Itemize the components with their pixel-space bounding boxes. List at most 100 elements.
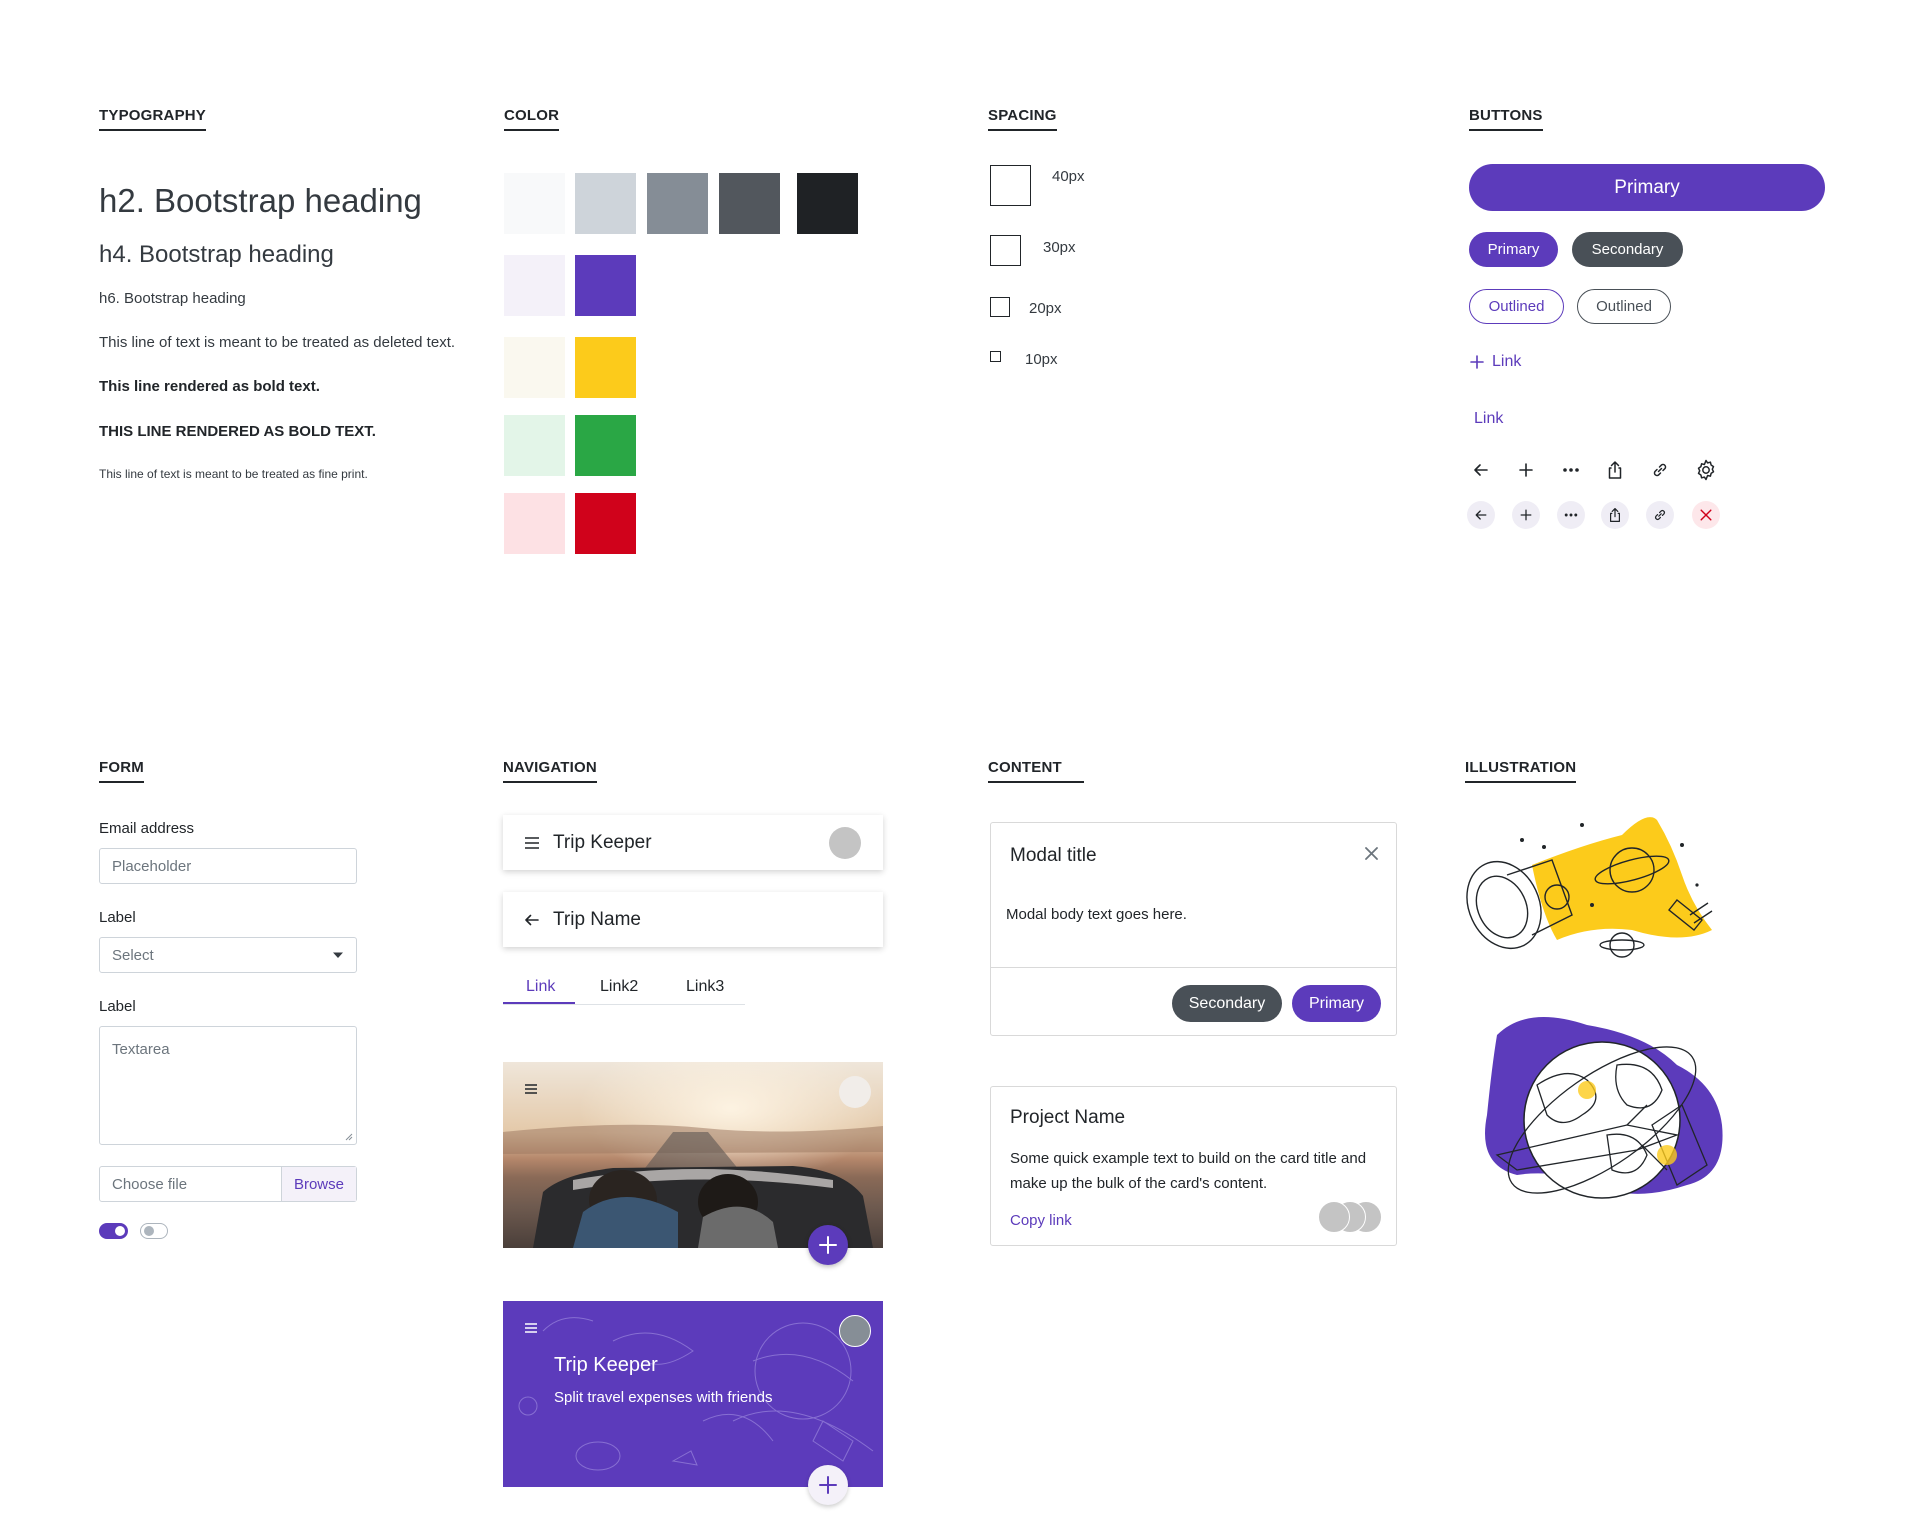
section-title-color: COLOR xyxy=(504,107,560,131)
menu-icon[interactable] xyxy=(525,1084,537,1094)
textarea-field[interactable]: Textarea xyxy=(99,1026,357,1145)
file-input[interactable]: Choose file Browse xyxy=(99,1166,357,1202)
share-icon[interactable] xyxy=(1599,454,1631,486)
link-with-icon-label: Link xyxy=(1492,353,1522,370)
caret-down-icon xyxy=(332,951,344,959)
photo-hero-card xyxy=(503,1062,883,1248)
road-trip-photo xyxy=(503,1062,883,1248)
plus-icon xyxy=(819,1476,837,1494)
space-rocket-illustration xyxy=(1466,817,1713,958)
card-text: Some quick example text to build on the … xyxy=(1010,1150,1367,1192)
tab-link3[interactable]: Link3 xyxy=(686,978,724,996)
more-icon[interactable] xyxy=(1557,501,1585,529)
section-title-form: FORM xyxy=(99,759,144,783)
link-icon[interactable] xyxy=(1646,501,1674,529)
toggle-on[interactable] xyxy=(99,1223,128,1239)
heading-h6-sample: h6. Bootstrap heading xyxy=(99,290,246,307)
modal-primary-button[interactable]: Primary xyxy=(1292,985,1381,1022)
avatar[interactable] xyxy=(839,1076,871,1108)
swatch-green-light xyxy=(504,415,565,476)
link-icon[interactable] xyxy=(1644,454,1676,486)
navbar-back-title: Trip Name xyxy=(553,908,641,930)
menu-icon[interactable] xyxy=(525,836,539,849)
swatch-yellow xyxy=(575,337,636,398)
arrow-left-icon[interactable] xyxy=(1465,454,1497,486)
swatch-red xyxy=(575,493,636,554)
email-field[interactable]: Placeholder xyxy=(99,848,357,884)
primary-large-button[interactable]: Primary xyxy=(1469,164,1825,211)
copy-link[interactable]: Copy link xyxy=(1010,1212,1072,1229)
share-icon[interactable] xyxy=(1601,501,1629,529)
spacing-box-30 xyxy=(990,235,1021,266)
fab-add-button[interactable] xyxy=(808,1225,848,1265)
section-title-illustration: ILLUSTRATION xyxy=(1465,759,1577,783)
resize-handle-icon[interactable] xyxy=(345,1133,353,1141)
project-card: Project Name Some quick example text to … xyxy=(990,1086,1397,1246)
modal-secondary-button[interactable]: Secondary xyxy=(1172,985,1282,1022)
fine-print-sample: This line of text is meant to be treated… xyxy=(99,467,368,481)
swatch-purple xyxy=(575,255,636,316)
browse-button[interactable]: Browse xyxy=(280,1167,356,1201)
arrow-left-icon[interactable] xyxy=(525,914,539,926)
modal-body-text: Modal body text goes here. xyxy=(1006,906,1187,923)
swatch-gray-100 xyxy=(504,173,565,234)
tab-link[interactable]: Link xyxy=(526,978,555,996)
avatar xyxy=(1318,1201,1350,1233)
navbar-back: Trip Name xyxy=(503,892,883,947)
tab-link2[interactable]: Link2 xyxy=(600,978,638,996)
menu-icon[interactable] xyxy=(525,1323,537,1333)
select-label: Label xyxy=(99,909,136,926)
card-title: Project Name xyxy=(1010,1107,1126,1128)
swatch-gray-900 xyxy=(797,173,858,234)
spacing-label-40: 40px xyxy=(1052,168,1085,185)
spacing-box-40 xyxy=(990,165,1031,206)
arrow-left-icon[interactable] xyxy=(1467,501,1495,529)
close-icon[interactable] xyxy=(1365,847,1378,860)
swatch-gray-700 xyxy=(719,173,780,234)
swatch-green xyxy=(575,415,636,476)
tab-active-indicator xyxy=(503,1002,575,1004)
spacing-label-20: 20px xyxy=(1029,300,1062,317)
close-icon[interactable] xyxy=(1692,501,1720,529)
section-title-buttons: BUTTONS xyxy=(1469,107,1543,131)
section-title-content: CONTENT xyxy=(988,759,1084,783)
primary-button[interactable]: Primary xyxy=(1469,232,1558,267)
avatar[interactable] xyxy=(839,1315,871,1347)
plus-icon[interactable] xyxy=(1512,501,1540,529)
purple-hero-card: Trip Keeper Split travel expenses with f… xyxy=(503,1301,883,1487)
modal-title: Modal title xyxy=(1010,845,1097,866)
modal-divider xyxy=(991,967,1396,968)
select-dropdown[interactable]: Select xyxy=(99,937,357,973)
navbar-main: Trip Keeper xyxy=(503,815,883,870)
secondary-button[interactable]: Secondary xyxy=(1572,232,1683,267)
fab-add-button-light[interactable] xyxy=(808,1465,848,1505)
plus-icon[interactable] xyxy=(1510,454,1542,486)
spacing-label-10: 10px xyxy=(1025,351,1058,368)
tab-bar xyxy=(503,1004,745,1005)
gear-icon[interactable] xyxy=(1690,454,1722,486)
toggle-off[interactable] xyxy=(140,1223,168,1239)
email-label: Email address xyxy=(99,820,195,837)
link-button[interactable]: Link xyxy=(1474,410,1503,428)
hero-title: Trip Keeper xyxy=(554,1354,658,1376)
hero-subtitle: Split travel expenses with friends xyxy=(554,1389,773,1406)
avatar-group xyxy=(1318,1201,1382,1233)
avatar[interactable] xyxy=(829,826,861,859)
link-with-icon-button[interactable]: Link xyxy=(1469,353,1521,371)
outlined-primary-button[interactable]: Outlined xyxy=(1469,289,1564,324)
swatch-gray-400 xyxy=(575,173,636,234)
plus-icon xyxy=(819,1236,837,1254)
deleted-text-sample: This line of text is meant to be treated… xyxy=(99,334,456,351)
more-icon[interactable] xyxy=(1555,454,1587,486)
section-title-spacing: SPACING xyxy=(988,107,1057,131)
heading-h4-sample: h4. Bootstrap heading xyxy=(99,241,334,268)
plus-icon xyxy=(1469,354,1485,370)
section-title-navigation: NAVIGATION xyxy=(503,759,597,783)
section-title-typography: TYPOGRAPHY xyxy=(99,107,207,131)
bold-caps-text-sample: THIS LINE RENDERED AS BOLD TEXT. xyxy=(99,423,376,440)
swatch-red-light xyxy=(504,493,565,554)
file-placeholder: Choose file xyxy=(112,1175,188,1193)
swatch-purple-light xyxy=(504,255,565,316)
navbar-title: Trip Keeper xyxy=(553,831,652,853)
outlined-secondary-button[interactable]: Outlined xyxy=(1577,289,1671,324)
